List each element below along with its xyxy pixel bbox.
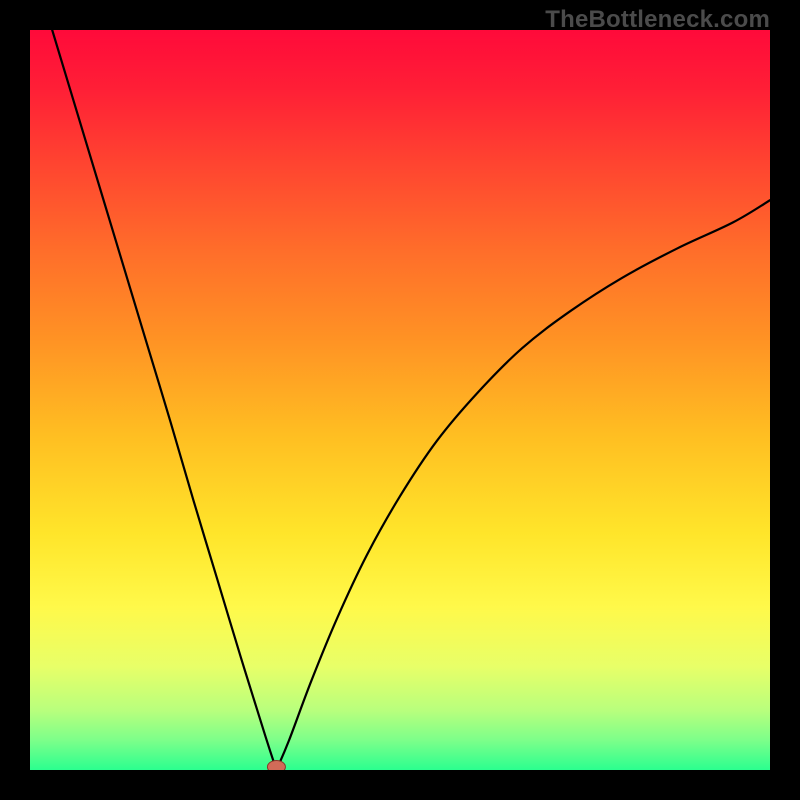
plot-area [30,30,770,770]
min-marker [267,761,285,771]
curve-layer [30,30,770,770]
bottleneck-curve [52,30,770,770]
chart-frame: TheBottleneck.com [0,0,800,800]
